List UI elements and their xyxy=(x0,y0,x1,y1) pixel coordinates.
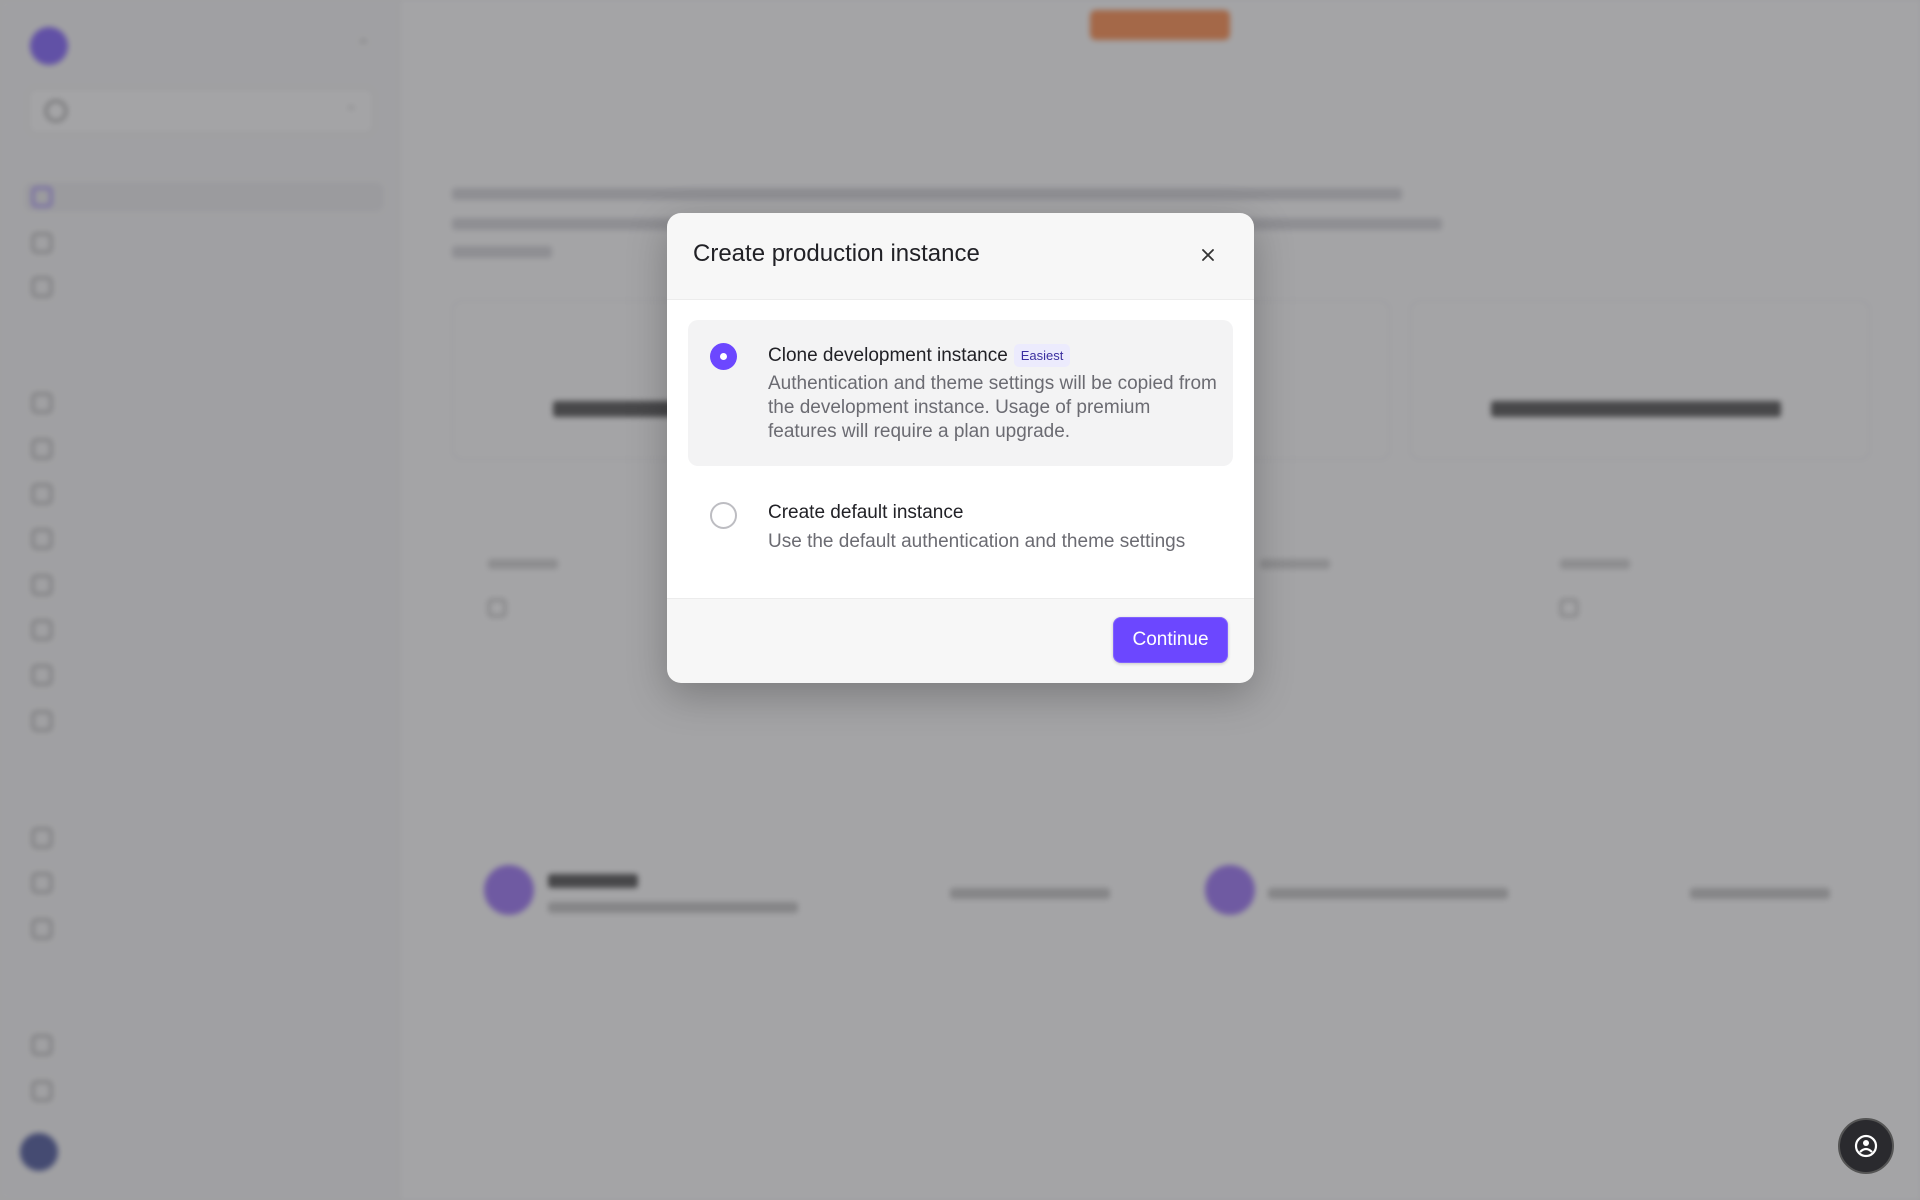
radio-selected[interactable] xyxy=(710,343,737,370)
continue-button[interactable]: Continue xyxy=(1113,617,1228,663)
close-icon xyxy=(1202,249,1214,261)
option-description: Use the default authentication and theme… xyxy=(768,531,1186,552)
option-title: Clone development instance Easiest xyxy=(768,344,1071,367)
dialog-header: Create production instance xyxy=(667,213,1254,299)
close-button[interactable] xyxy=(1194,241,1222,269)
dialog-title: Create production instance xyxy=(693,240,980,267)
help-chat-icon xyxy=(1854,1134,1878,1158)
option-title-text: Create default instance xyxy=(768,502,964,523)
easiest-badge: Easiest xyxy=(1013,344,1071,367)
option-clone-development-instance[interactable]: Clone development instance Easiest Authe… xyxy=(688,320,1233,466)
option-title: Create default instance xyxy=(768,502,963,524)
option-create-default-instance[interactable]: Create default instance Use the default … xyxy=(688,478,1233,582)
help-button[interactable] xyxy=(1838,1118,1894,1174)
option-title-text: Clone development instance xyxy=(768,344,1008,366)
radio-unselected[interactable] xyxy=(710,502,737,529)
dialog-body: Clone development instance Easiest Authe… xyxy=(667,299,1254,599)
create-production-instance-dialog: Create production instance Clone develop… xyxy=(667,213,1254,683)
option-description: Authentication and theme settings will b… xyxy=(768,373,1217,442)
